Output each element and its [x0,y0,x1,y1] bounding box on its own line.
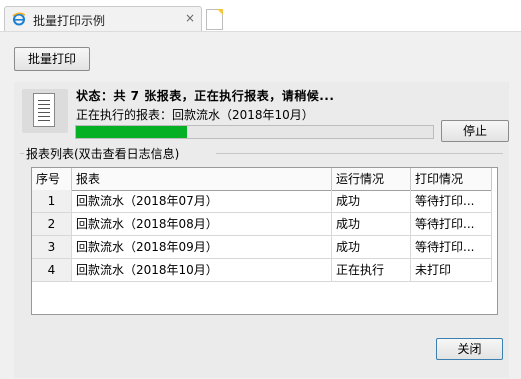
row-run-status: 正在执行 [332,259,411,281]
progress-bar [75,125,434,139]
report-list-label: 报表列表(双击查看日志信息) [26,147,180,161]
status-summary: 状态：共 7 张报表，正在执行报表，请稍候... [76,89,335,103]
ie-page-icon [12,12,26,26]
stop-button[interactable]: 停止 [441,120,509,142]
row-report-name: 回款流水（2018年09月） [72,236,332,258]
progress-fill [76,126,187,138]
new-tab-icon[interactable] [206,9,223,30]
tab-bar: 批量打印示例 × [0,0,521,34]
table-header: 序号 报表 运行情况 打印情况 [32,168,492,191]
report-document-icon [22,89,68,133]
row-print-status: 等待打印... [411,190,492,212]
tab-close-icon[interactable]: × [185,11,195,25]
row-print-status: 未打印 [411,259,492,281]
tab-batch-print[interactable]: 批量打印示例 × [4,6,202,32]
table-row[interactable]: 3 回款流水（2018年09月） 成功 等待打印... [32,236,492,259]
group-border [216,153,503,154]
dialog-window: 批量打印 状态：共 7 张报表，正在执行报表，请稍候... 正在执行的报表：回款… [0,32,521,379]
row-report-name: 回款流水（2018年10月） [72,259,332,281]
row-run-status: 成功 [332,213,411,235]
row-index: 1 [32,190,72,212]
batch-print-button[interactable]: 批量打印 [14,47,90,71]
column-header-index[interactable]: 序号 [32,168,72,190]
row-print-status: 等待打印... [411,236,492,258]
table-row[interactable]: 4 回款流水（2018年10月） 正在执行 未打印 [32,259,492,282]
column-header-report[interactable]: 报表 [72,168,332,190]
column-header-print-status[interactable]: 打印情况 [411,168,492,190]
row-index: 2 [32,213,72,235]
column-header-run-status[interactable]: 运行情况 [332,168,411,190]
row-report-name: 回款流水（2018年07月） [72,190,332,212]
row-run-status: 成功 [332,190,411,212]
report-table[interactable]: 序号 报表 运行情况 打印情况 1 回款流水（2018年07月） 成功 等待打印… [31,167,498,315]
group-border [20,153,24,154]
row-run-status: 成功 [332,236,411,258]
table-row[interactable]: 1 回款流水（2018年07月） 成功 等待打印... [32,190,492,213]
row-index: 3 [32,236,72,258]
tab-title: 批量打印示例 [33,14,106,28]
table-row[interactable]: 2 回款流水（2018年08月） 成功 等待打印... [32,213,492,236]
row-report-name: 回款流水（2018年08月） [72,213,332,235]
executing-report-label: 正在执行的报表：回款流水（2018年10月） [76,108,314,122]
row-print-status: 等待打印... [411,213,492,235]
row-index: 4 [32,259,72,281]
close-button[interactable]: 关闭 [436,338,503,360]
